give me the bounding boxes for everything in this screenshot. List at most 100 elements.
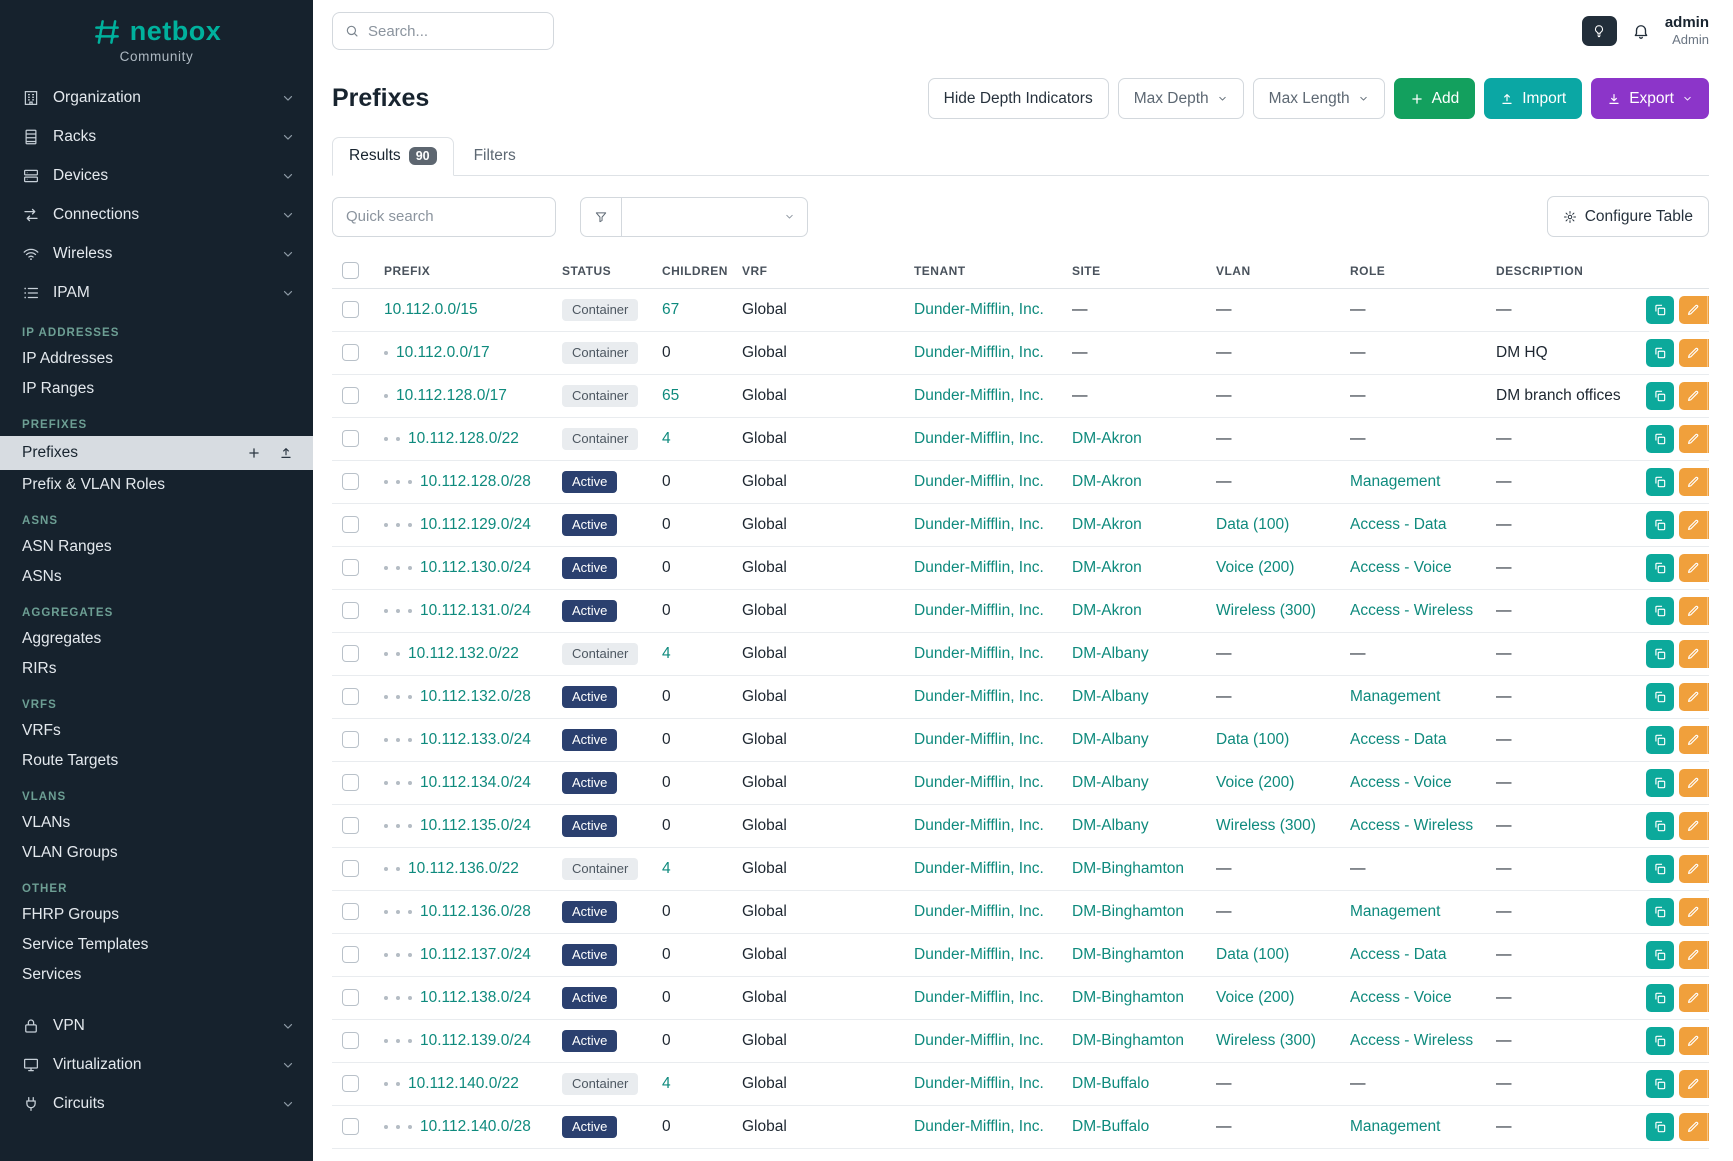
prefix-link[interactable]: 10.112.136.0/28 — [420, 903, 531, 920]
copy-button[interactable] — [1646, 941, 1674, 969]
prefix-link[interactable]: 10.112.0.0/17 — [396, 344, 490, 361]
copy-button[interactable] — [1646, 382, 1674, 410]
copy-button[interactable] — [1646, 855, 1674, 883]
vlan-link[interactable]: Voice (200) — [1216, 559, 1294, 576]
row-checkbox[interactable] — [342, 989, 359, 1006]
edit-button[interactable] — [1679, 1070, 1707, 1098]
prefix-link[interactable]: 10.112.134.0/24 — [420, 774, 531, 791]
site-link[interactable]: DM-Buffalo — [1072, 1075, 1149, 1092]
prefix-link[interactable]: 10.112.136.0/22 — [408, 860, 519, 877]
tenant-link[interactable]: Dunder-Mifflin, Inc. — [914, 430, 1044, 447]
children-count-link[interactable]: 4 — [662, 430, 671, 447]
column-header-site[interactable]: SITE — [1062, 253, 1206, 289]
prefix-link[interactable]: 10.112.0.0/15 — [384, 301, 478, 318]
role-link[interactable]: Management — [1350, 473, 1440, 490]
edit-dropdown-button[interactable] — [1707, 339, 1709, 367]
copy-button[interactable] — [1646, 769, 1674, 797]
prefix-link[interactable]: 10.112.132.0/28 — [420, 688, 531, 705]
tenant-link[interactable]: Dunder-Mifflin, Inc. — [914, 344, 1044, 361]
sidebar-add-prefix-button[interactable] — [243, 442, 265, 464]
edit-dropdown-button[interactable] — [1707, 1070, 1709, 1098]
configure-table-button[interactable]: Configure Table — [1547, 196, 1709, 237]
row-checkbox[interactable] — [342, 473, 359, 490]
copy-button[interactable] — [1646, 511, 1674, 539]
tenant-link[interactable]: Dunder-Mifflin, Inc. — [914, 602, 1044, 619]
site-link[interactable]: DM-Albany — [1072, 645, 1149, 662]
column-header-description[interactable]: DESCRIPTION — [1486, 253, 1636, 289]
tab-filters[interactable]: Filters — [458, 137, 532, 175]
edit-dropdown-button[interactable] — [1707, 984, 1709, 1012]
edit-dropdown-button[interactable] — [1707, 941, 1709, 969]
role-link[interactable]: Access - Wireless — [1350, 817, 1473, 834]
prefix-link[interactable]: 10.112.132.0/22 — [408, 645, 519, 662]
role-link[interactable]: Access - Voice — [1350, 774, 1452, 791]
tenant-link[interactable]: Dunder-Mifflin, Inc. — [914, 1118, 1044, 1135]
sidebar-item-vlans[interactable]: VLANs — [0, 808, 313, 838]
user-menu[interactable]: admin Admin — [1665, 14, 1709, 49]
edit-button[interactable] — [1679, 468, 1707, 496]
row-checkbox[interactable] — [342, 344, 359, 361]
sidebar-item-services[interactable]: Services — [0, 960, 313, 990]
export-button[interactable]: Export — [1591, 78, 1709, 119]
edit-dropdown-button[interactable] — [1707, 511, 1709, 539]
vlan-link[interactable]: Data (100) — [1216, 516, 1289, 533]
copy-button[interactable] — [1646, 1070, 1674, 1098]
select-all-checkbox[interactable] — [342, 262, 359, 279]
sidebar-item-ip-addresses[interactable]: IP Addresses — [0, 344, 313, 374]
prefix-link[interactable]: 10.112.130.0/24 — [420, 559, 531, 576]
site-link[interactable]: DM-Akron — [1072, 559, 1142, 576]
vlan-link[interactable]: Wireless (300) — [1216, 1032, 1316, 1049]
row-checkbox[interactable] — [342, 559, 359, 576]
sidebar-item-circuits[interactable]: Circuits — [0, 1084, 313, 1123]
role-link[interactable]: Access - Voice — [1350, 989, 1452, 1006]
row-checkbox[interactable] — [342, 860, 359, 877]
column-header-role[interactable]: ROLE — [1340, 253, 1486, 289]
edit-dropdown-button[interactable] — [1707, 683, 1709, 711]
saved-filter-select[interactable] — [622, 197, 808, 237]
row-checkbox[interactable] — [342, 602, 359, 619]
copy-button[interactable] — [1646, 1027, 1674, 1055]
prefix-link[interactable]: 10.112.128.0/17 — [396, 387, 507, 404]
edit-button[interactable] — [1679, 898, 1707, 926]
copy-button[interactable] — [1646, 597, 1674, 625]
prefix-link[interactable]: 10.112.140.0/28 — [420, 1118, 531, 1135]
sidebar-item-wireless[interactable]: Wireless — [0, 234, 313, 273]
edit-dropdown-button[interactable] — [1707, 1113, 1709, 1141]
copy-button[interactable] — [1646, 984, 1674, 1012]
site-link[interactable]: DM-Akron — [1072, 430, 1142, 447]
tenant-link[interactable]: Dunder-Mifflin, Inc. — [914, 731, 1044, 748]
row-checkbox[interactable] — [342, 387, 359, 404]
column-header-status[interactable]: STATUS — [552, 253, 652, 289]
copy-button[interactable] — [1646, 898, 1674, 926]
row-checkbox[interactable] — [342, 946, 359, 963]
edit-dropdown-button[interactable] — [1707, 425, 1709, 453]
role-link[interactable]: Management — [1350, 688, 1440, 705]
tenant-link[interactable]: Dunder-Mifflin, Inc. — [914, 1032, 1044, 1049]
prefix-link[interactable]: 10.112.133.0/24 — [420, 731, 531, 748]
copy-button[interactable] — [1646, 683, 1674, 711]
edit-button[interactable] — [1679, 640, 1707, 668]
row-checkbox[interactable] — [342, 731, 359, 748]
column-header-children[interactable]: CHILDREN — [652, 253, 732, 289]
edit-button[interactable] — [1679, 1113, 1707, 1141]
edit-button[interactable] — [1679, 769, 1707, 797]
sidebar-item-devices[interactable]: Devices — [0, 156, 313, 195]
edit-dropdown-button[interactable] — [1707, 382, 1709, 410]
edit-dropdown-button[interactable] — [1707, 554, 1709, 582]
role-link[interactable]: Access - Data — [1350, 731, 1446, 748]
site-link[interactable]: DM-Buffalo — [1072, 1118, 1149, 1135]
role-link[interactable]: Access - Voice — [1350, 559, 1452, 576]
tenant-link[interactable]: Dunder-Mifflin, Inc. — [914, 688, 1044, 705]
edit-button[interactable] — [1679, 855, 1707, 883]
sidebar-item-vpn[interactable]: VPN — [0, 1006, 313, 1045]
tenant-link[interactable]: Dunder-Mifflin, Inc. — [914, 860, 1044, 877]
copy-button[interactable] — [1646, 339, 1674, 367]
edit-button[interactable] — [1679, 511, 1707, 539]
tenant-link[interactable]: Dunder-Mifflin, Inc. — [914, 387, 1044, 404]
import-button[interactable]: Import — [1484, 78, 1582, 119]
tenant-link[interactable]: Dunder-Mifflin, Inc. — [914, 774, 1044, 791]
tenant-link[interactable]: Dunder-Mifflin, Inc. — [914, 903, 1044, 920]
edit-dropdown-button[interactable] — [1707, 468, 1709, 496]
sidebar-import-prefixes-button[interactable] — [275, 442, 297, 464]
site-link[interactable]: DM-Albany — [1072, 731, 1149, 748]
